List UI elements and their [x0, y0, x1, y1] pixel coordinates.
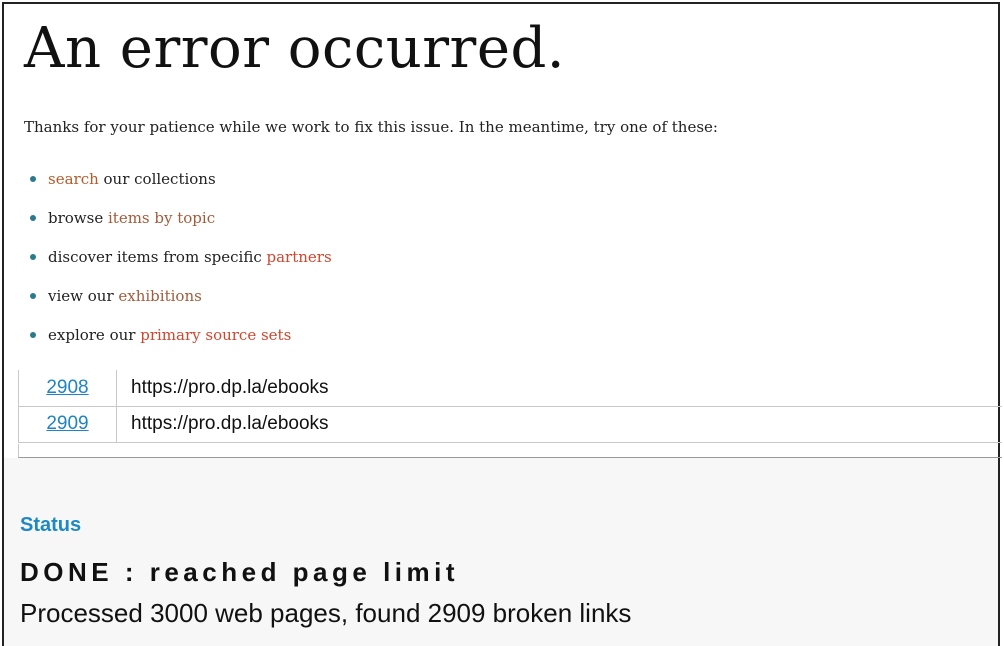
row-number-link[interactable]: 2909 — [46, 413, 88, 434]
partners-link[interactable]: partners — [267, 248, 332, 266]
error-intro-text: Thanks for your patience while we work t… — [24, 118, 718, 136]
primary-source-sets-link[interactable]: primary source sets — [140, 326, 291, 344]
status-value: DONE : reached page limit — [20, 557, 460, 587]
row-number-link[interactable]: 2908 — [46, 377, 88, 398]
table-row: 2908 https://pro.dp.la/ebooks — [18, 370, 1002, 407]
row-url: https://pro.dp.la/ebooks — [116, 406, 1002, 443]
error-title: An error occurred. — [24, 16, 566, 81]
bullet-icon — [30, 215, 36, 221]
exhibitions-link[interactable]: exhibitions — [118, 287, 201, 305]
items-by-topic-link[interactable]: items by topic — [108, 209, 215, 227]
suggestion-item-topics: browse items by topic — [28, 205, 332, 244]
status-summary: Processed 3000 web pages, found 2909 bro… — [20, 598, 632, 628]
search-link[interactable]: search — [48, 170, 99, 188]
suggestion-item-partners: discover items from specific partners — [28, 244, 332, 283]
suggestion-item-search: search our collections — [28, 166, 332, 205]
bullet-icon — [30, 332, 36, 338]
bullet-icon — [30, 176, 36, 182]
bullet-icon — [30, 293, 36, 299]
suggestion-item-source-sets: explore our primary source sets — [28, 322, 332, 361]
table-bottom-border — [18, 444, 1002, 458]
row-url: https://pro.dp.la/ebooks — [116, 370, 1002, 407]
table-row: 2909 https://pro.dp.la/ebooks — [18, 406, 1002, 443]
status-label: Status — [20, 514, 82, 536]
suggestion-item-exhibitions: view our exhibitions — [28, 283, 332, 322]
broken-links-table: 2908 https://pro.dp.la/ebooks 2909 https… — [18, 370, 1002, 443]
suggestion-list: search our collections browse items by t… — [28, 166, 332, 361]
bullet-icon — [30, 254, 36, 260]
